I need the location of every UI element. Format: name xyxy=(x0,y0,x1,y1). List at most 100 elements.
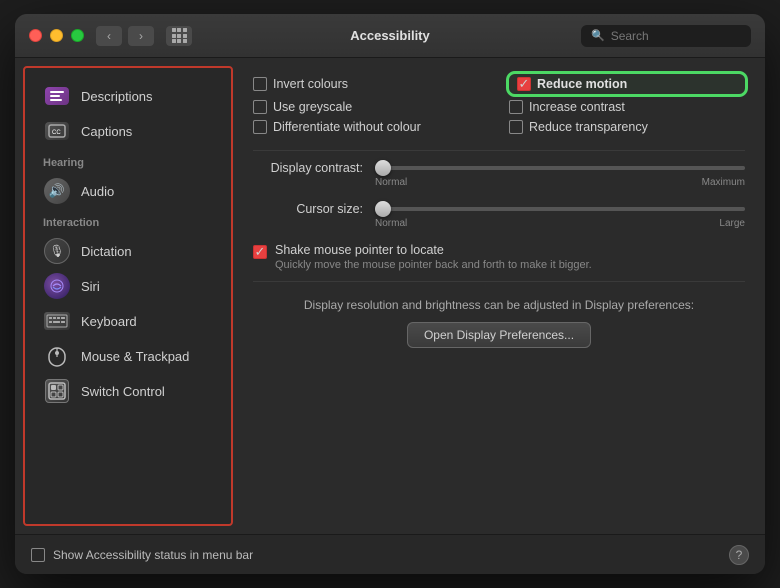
shake-mouse-row: ✓ Shake mouse pointer to locate Quickly … xyxy=(253,243,745,271)
differentiate-without-colour-label: Differentiate without colour xyxy=(273,120,421,134)
cursor-size-section: Cursor size: Normal Large xyxy=(253,202,745,229)
display-contrast-max-label: Maximum xyxy=(702,177,745,188)
display-contrast-track[interactable] xyxy=(375,166,745,170)
display-contrast-label: Display contrast: xyxy=(253,161,363,175)
divider-1 xyxy=(253,150,745,151)
dictation-icon-shape: 🎙 xyxy=(44,238,70,264)
reduce-motion-label: Reduce motion xyxy=(537,77,627,91)
sidebar-label-audio: Audio xyxy=(81,184,114,199)
reduce-motion-row: ✓ Reduce motion xyxy=(509,74,745,94)
cursor-size-max-label: Large xyxy=(719,218,745,229)
cursor-size-thumb[interactable] xyxy=(375,201,391,217)
use-greyscale-row: Use greyscale xyxy=(253,100,489,114)
open-display-preferences-button[interactable]: Open Display Preferences... xyxy=(407,322,591,348)
captions-icon: CC xyxy=(43,120,71,142)
differentiate-without-colour-checkbox[interactable] xyxy=(253,120,267,134)
display-options-grid: Invert colours ✓ Reduce motion Use greys… xyxy=(253,74,745,134)
shake-mouse-title: Shake mouse pointer to locate xyxy=(275,243,592,257)
dictation-icon: 🎙 xyxy=(43,240,71,262)
show-status-label: Show Accessibility status in menu bar xyxy=(53,548,253,562)
close-button[interactable] xyxy=(29,29,42,42)
shake-mouse-text: Shake mouse pointer to locate Quickly mo… xyxy=(275,243,592,271)
grid-view-button[interactable] xyxy=(166,26,192,46)
cursor-size-track[interactable] xyxy=(375,207,745,211)
shake-mouse-description: Quickly move the mouse pointer back and … xyxy=(275,259,592,271)
main-content: Descriptions CC Captions Hearing 🔊 Audio… xyxy=(15,58,765,534)
differentiate-without-colour-row: Differentiate without colour xyxy=(253,120,489,134)
nav-buttons: ‹ › xyxy=(96,26,154,46)
titlebar: ‹ › Accessibility 🔍 xyxy=(15,14,765,58)
sidebar-label-switch-control: Switch Control xyxy=(81,384,165,399)
sidebar-section-interaction: Interaction xyxy=(25,209,231,233)
mouse-icon xyxy=(43,345,71,367)
audio-icon-shape: 🔊 xyxy=(44,178,70,204)
sidebar-label-descriptions: Descriptions xyxy=(81,89,153,104)
forward-button[interactable]: › xyxy=(128,26,154,46)
keyboard-icon xyxy=(43,310,71,332)
captions-icon-shape: CC xyxy=(45,122,69,140)
reduce-motion-checkbox[interactable]: ✓ xyxy=(517,77,531,91)
reduce-transparency-label: Reduce transparency xyxy=(529,120,648,134)
sidebar-item-switch-control[interactable]: Switch Control xyxy=(31,374,225,408)
shake-mouse-checkbox[interactable]: ✓ xyxy=(253,245,267,259)
accessibility-window: ‹ › Accessibility 🔍 xyxy=(15,14,765,574)
help-button[interactable]: ? xyxy=(729,545,749,565)
content-area: Invert colours ✓ Reduce motion Use greys… xyxy=(233,58,765,534)
sidebar-label-captions: Captions xyxy=(81,124,132,139)
sidebar-item-siri[interactable]: Siri xyxy=(31,269,225,303)
descriptions-icon-shape xyxy=(45,87,69,105)
use-greyscale-label: Use greyscale xyxy=(273,100,352,114)
sidebar: Descriptions CC Captions Hearing 🔊 Audio… xyxy=(23,66,233,526)
display-contrast-min-label: Normal xyxy=(375,177,407,188)
sidebar-item-keyboard[interactable]: Keyboard xyxy=(31,304,225,338)
increase-contrast-checkbox[interactable] xyxy=(509,100,523,114)
siri-icon-shape xyxy=(44,273,70,299)
reduce-transparency-row: Reduce transparency xyxy=(509,120,745,134)
sidebar-item-descriptions[interactable]: Descriptions xyxy=(31,79,225,113)
display-contrast-thumb[interactable] xyxy=(375,160,391,176)
invert-colours-checkbox[interactable] xyxy=(253,77,267,91)
traffic-lights xyxy=(29,29,84,42)
search-icon: 🔍 xyxy=(591,29,605,42)
audio-icon: 🔊 xyxy=(43,180,71,202)
increase-contrast-row: Increase contrast xyxy=(509,100,745,114)
window-title: Accessibility xyxy=(350,28,430,43)
keyboard-icon-shape xyxy=(44,312,70,330)
display-contrast-section: Display contrast: Normal Maximum xyxy=(253,161,745,188)
sidebar-item-mouse-trackpad[interactable]: Mouse & Trackpad xyxy=(31,339,225,373)
sidebar-item-dictation[interactable]: 🎙 Dictation xyxy=(31,234,225,268)
bottom-bar: Show Accessibility status in menu bar ? xyxy=(15,534,765,574)
minimize-button[interactable] xyxy=(50,29,63,42)
invert-colours-row: Invert colours xyxy=(253,74,489,94)
mouse-icon-shape xyxy=(44,343,70,369)
sidebar-item-captions[interactable]: CC Captions xyxy=(31,114,225,148)
search-input[interactable] xyxy=(611,29,741,43)
search-bar[interactable]: 🔍 xyxy=(581,25,751,47)
maximize-button[interactable] xyxy=(71,29,84,42)
show-status-row: Show Accessibility status in menu bar xyxy=(31,548,253,562)
display-contrast-scale-labels: Normal Maximum xyxy=(375,177,745,188)
back-button[interactable]: ‹ xyxy=(96,26,122,46)
sidebar-item-audio[interactable]: 🔊 Audio xyxy=(31,174,225,208)
cursor-size-min-label: Normal xyxy=(375,218,407,229)
sidebar-label-keyboard: Keyboard xyxy=(81,314,137,329)
cursor-size-scale-labels: Normal Large xyxy=(375,218,745,229)
svg-text:CC: CC xyxy=(52,130,61,136)
descriptions-icon xyxy=(43,85,71,107)
use-greyscale-checkbox[interactable] xyxy=(253,100,267,114)
switch-control-icon xyxy=(43,380,71,402)
divider-2 xyxy=(253,281,745,282)
switch-control-icon-shape xyxy=(45,379,69,403)
show-status-checkbox[interactable] xyxy=(31,548,45,562)
cursor-size-label: Cursor size: xyxy=(253,202,363,216)
display-contrast-row: Display contrast: xyxy=(253,161,745,175)
increase-contrast-label: Increase contrast xyxy=(529,100,625,114)
sidebar-label-dictation: Dictation xyxy=(81,244,132,259)
siri-icon xyxy=(43,275,71,297)
grid-icon xyxy=(172,28,187,43)
reduce-transparency-checkbox[interactable] xyxy=(509,120,523,134)
cursor-size-row: Cursor size: xyxy=(253,202,745,216)
invert-colours-label: Invert colours xyxy=(273,77,348,91)
sidebar-section-hearing: Hearing xyxy=(25,149,231,173)
display-notice-text: Display resolution and brightness can be… xyxy=(253,298,745,312)
